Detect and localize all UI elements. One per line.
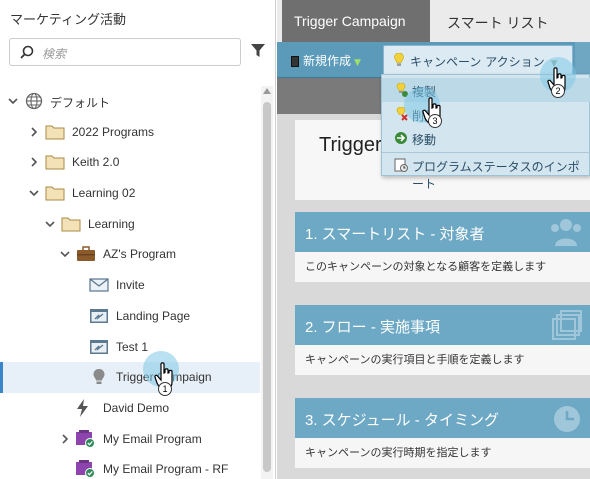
lightbulb-icon: [394, 53, 404, 66]
lightbulb-icon: [93, 369, 105, 385]
tree-item-label: Landing Page: [116, 308, 191, 323]
menu-item-move[interactable]: 移動: [382, 126, 590, 150]
tree-item-david-demo[interactable]: David Demo: [0, 393, 260, 424]
chevron-right-icon[interactable]: [59, 433, 71, 445]
folder-icon: [45, 155, 65, 170]
card-description: このキャンペーンの対象となる顧客を定義します: [295, 252, 590, 282]
email-icon: [89, 278, 109, 292]
tree: デフォルト 2022 Programs Keith 2.0 Learning 0…: [0, 86, 260, 479]
chevron-right-icon[interactable]: [28, 126, 40, 138]
folder-icon: [45, 125, 65, 140]
smart-list-card[interactable]: 1. スマートリスト - 対象者 このキャンペーンの対象となる顧客を定義します: [295, 212, 590, 282]
panel-title: マーケティング活動: [10, 13, 126, 28]
tree-item-label: My Email Program - RF: [103, 462, 229, 477]
filter-icon[interactable]: [251, 44, 265, 58]
search-placeholder: 検索: [42, 47, 67, 61]
chevron-down-icon[interactable]: [59, 248, 71, 260]
campaign-actions-label: キャンペーン アクション: [410, 55, 545, 69]
search-icon: [20, 45, 34, 59]
tree-item-my-email-program[interactable]: My Email Program: [0, 424, 260, 455]
tree-item-trigger-campaign[interactable]: Trigger Campaign: [0, 362, 260, 393]
step-badge-3: 3: [428, 114, 442, 128]
tab-smart-list[interactable]: スマート リスト: [447, 0, 548, 42]
tree-item-label: David Demo: [103, 400, 170, 415]
toolbar-overflow: [575, 42, 590, 78]
tree-item-label: Learning 02: [72, 186, 136, 201]
tree-item-label: My Email Program: [103, 431, 202, 446]
new-document-icon: [291, 56, 299, 67]
search-input[interactable]: 検索: [9, 38, 241, 66]
menu-item-label: 移動: [412, 133, 437, 147]
tree-item-label: Invite: [116, 278, 145, 293]
tree-item-invite[interactable]: Invite: [0, 270, 260, 301]
step-badge-2: 2: [551, 84, 565, 98]
card-description: キャンペーンの実行時期を指定します: [295, 438, 590, 468]
tree-scrollbar[interactable]: [261, 86, 273, 479]
tree-item-label: デフォルト: [50, 96, 111, 110]
clock-icon: [554, 406, 580, 432]
tree-item-label: AZ's Program: [103, 247, 176, 262]
audience-icon: [551, 219, 581, 246]
tree-item-2022-programs[interactable]: 2022 Programs: [0, 117, 260, 148]
card-title: 2. フロー - 実施事項: [305, 319, 441, 336]
globe-icon: [25, 92, 43, 110]
chevron-down-icon[interactable]: [28, 187, 40, 199]
lightning-icon: [77, 398, 88, 417]
step-badge-1: 1: [158, 382, 172, 396]
chevron-down-icon[interactable]: [44, 218, 56, 230]
menu-item-import-status[interactable]: プログラムステータスのインポート: [382, 152, 590, 191]
scrollbar-thumb[interactable]: [263, 102, 271, 472]
landing-page-icon: [90, 308, 108, 323]
tree-item-test-1[interactable]: Test 1: [0, 332, 260, 363]
card-description: キャンペーンの実行項目と手順を定義します: [295, 345, 590, 375]
briefcase-icon: [77, 246, 95, 262]
tree-item-my-email-program-rf[interactable]: My Email Program - RF: [0, 454, 260, 479]
schedule-card[interactable]: 3. スケジュール - タイミング キャンペーンの実行時期を指定します: [295, 398, 590, 468]
flow-card[interactable]: 2. フロー - 実施事項 キャンペーンの実行項目と手順を定義します: [295, 305, 590, 375]
card-title: 3. スケジュール - タイミング: [305, 412, 499, 429]
tree-item-learning[interactable]: Learning: [0, 209, 260, 240]
chevron-down-icon[interactable]: [7, 95, 19, 107]
new-button[interactable]: 新規作成 ▼: [291, 52, 361, 69]
folder-icon: [61, 217, 81, 232]
chevron-right-icon[interactable]: [28, 156, 40, 168]
tree-item-label: Keith 2.0: [72, 155, 120, 170]
tab-trigger-campaign[interactable]: Trigger Campaign: [282, 0, 430, 42]
email-program-icon: [76, 460, 95, 479]
tree-item-default[interactable]: デフォルト: [0, 86, 260, 117]
tab-bar: Trigger Campaign スマート リスト: [277, 0, 590, 42]
tree-item-label: 2022 Programs: [72, 124, 155, 139]
tree-item-label: Test 1: [116, 339, 149, 354]
email-program-icon: [76, 429, 95, 448]
tree-item-learning-02[interactable]: Learning 02: [0, 178, 260, 209]
landing-page-icon: [90, 339, 108, 354]
tree-item-az-program[interactable]: AZ's Program: [0, 239, 260, 270]
move-icon: [395, 132, 407, 144]
campaign-title: Trigger: [319, 134, 382, 156]
tree-item-landing-page[interactable]: Landing Page: [0, 301, 260, 332]
scroll-up-arrow[interactable]: [263, 88, 271, 94]
dropdown-arrow-icon: ▼: [354, 58, 361, 68]
import-icon: [394, 158, 408, 172]
marketing-activities-panel: マーケティング活動 検索 デフォルト 2022 Programs Keith 2…: [0, 0, 276, 479]
stack-icon: [552, 310, 582, 340]
card-header: 1. スマートリスト - 対象者: [295, 212, 590, 252]
card-title: 1. スマートリスト - 対象者: [305, 226, 485, 243]
new-button-label: 新規作成: [303, 54, 352, 68]
folder-icon: [45, 186, 65, 201]
card-header: 3. スケジュール - タイミング: [295, 398, 590, 438]
tree-item-label: Learning: [88, 216, 135, 231]
tree-item-keith[interactable]: Keith 2.0: [0, 147, 260, 178]
card-header: 2. フロー - 実施事項: [295, 305, 590, 345]
